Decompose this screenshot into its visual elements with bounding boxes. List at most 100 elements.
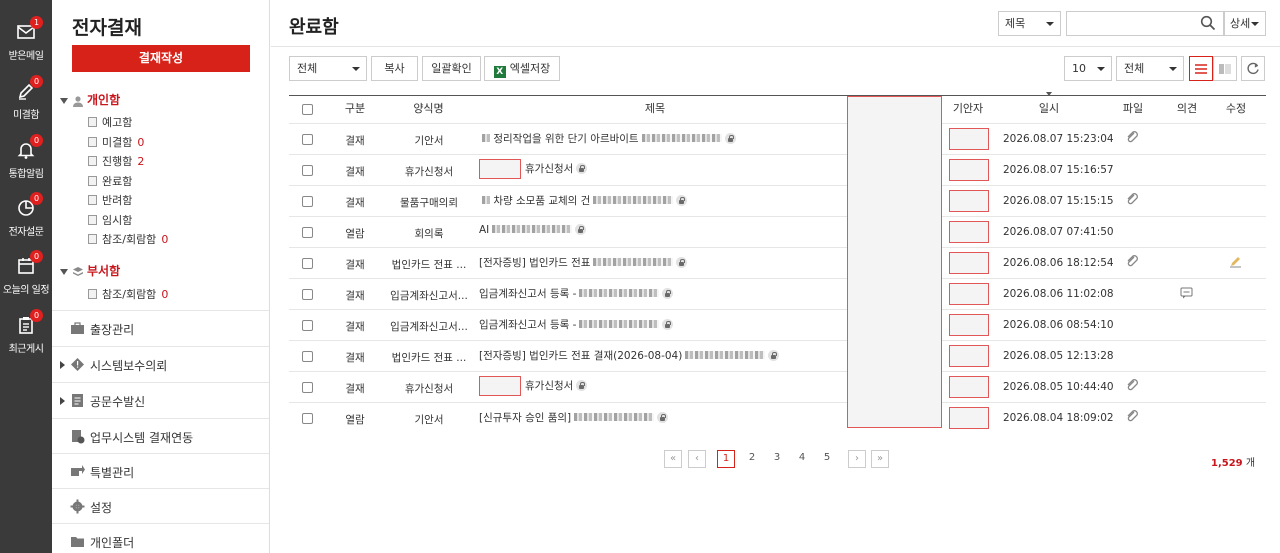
table-row[interactable]: 결재 휴가신청서 휴가신청서 2026.08.07 15:16:57	[289, 154, 1266, 185]
rail-item[interactable]: 0 미결함	[0, 75, 52, 129]
row-title[interactable]: [전자증빙] 법인카드 전표 결재(2026-08-04)	[479, 348, 780, 363]
sidebar-menu-item[interactable]: 시스템보수의뢰	[52, 346, 269, 382]
table-row[interactable]: 열람 기안서 [신규투자 승인 품의] 2026.08.04 18:09:02	[289, 402, 1266, 433]
sidebar-subitem[interactable]: 예고함	[88, 114, 132, 130]
col-form[interactable]: 양식명	[406, 100, 451, 116]
first-page-button[interactable]: «	[664, 450, 682, 468]
col-date[interactable]: 일시	[1038, 100, 1060, 116]
row-title[interactable]: 차량 소모품 교체의 건	[479, 193, 688, 208]
row-form: 기안서	[414, 414, 444, 426]
row-checkbox[interactable]	[302, 196, 313, 207]
row-checkbox[interactable]	[302, 165, 313, 176]
split-view-button[interactable]	[1213, 56, 1237, 81]
page-number-button[interactable]: 3	[768, 450, 786, 468]
search-icon[interactable]	[1200, 15, 1216, 31]
last-page-button[interactable]: »	[871, 450, 889, 468]
page-size-select[interactable]: 10	[1064, 56, 1112, 81]
prev-page-button[interactable]: ‹	[688, 450, 706, 468]
table-row[interactable]: 결재 법인카드 전표 ... [전자증빙] 법인카드 전표 결재(2026-08-0…	[289, 340, 1266, 371]
sidebar-subitem-count: 0	[161, 233, 169, 246]
row-checkbox[interactable]	[302, 289, 313, 300]
sidebar-menu-item[interactable]: 출장관리	[52, 310, 269, 346]
edit-pencil-icon[interactable]	[1229, 254, 1242, 268]
row-title[interactable]: 입금계좌신고서 등록 -	[479, 317, 674, 332]
table-row[interactable]: 결재 휴가신청서 휴가신청서 2026.08.05 10:44:40	[289, 371, 1266, 402]
list-view-button[interactable]	[1189, 56, 1213, 81]
sidebar-menu-item[interactable]: 특별관리	[52, 453, 269, 489]
row-title-text: [전자증빙] 법인카드 전표	[479, 257, 591, 269]
rail-item[interactable]: 0 오늘의 일정	[0, 250, 52, 304]
sidebar-menu-item[interactable]: 설정	[52, 488, 269, 524]
col-title[interactable]: 제목	[643, 100, 667, 116]
paperclip-icon[interactable]	[1125, 254, 1139, 268]
sidebar-subitem[interactable]: 임시함	[88, 212, 132, 228]
page-number-button[interactable]: 4	[793, 450, 811, 468]
row-title[interactable]: 입금계좌신고서 등록 -	[479, 286, 674, 301]
next-page-button[interactable]: ›	[848, 450, 866, 468]
table-row[interactable]: 결재 입금계좌신고서... 입금계좌신고서 등록 - 2026.08.06 08:54…	[289, 309, 1266, 340]
bulk-confirm-button[interactable]: 일괄확인	[422, 56, 481, 81]
row-checkbox[interactable]	[302, 134, 313, 145]
sidebar-subitem[interactable]: 완료함	[88, 173, 132, 189]
row-checkbox[interactable]	[302, 258, 313, 269]
table-row[interactable]: 결재 입금계좌신고서... 입금계좌신고서 등록 - 2026.08.06 11:02…	[289, 278, 1266, 309]
sidebar-menu-item[interactable]: 공문수발신	[52, 382, 269, 418]
sidebar-subitem[interactable]: 진행함 2	[88, 153, 144, 169]
table-row[interactable]: 열람 회의록 AI 2026.08.07 07:41:50	[289, 216, 1266, 247]
row-checkbox[interactable]	[302, 413, 313, 424]
sidebar-menu-item[interactable]: 업무시스템 결재연동	[52, 418, 269, 454]
sidebar-subitem[interactable]: 반려함	[88, 192, 132, 208]
rail-item[interactable]: 0 통합알림	[0, 134, 52, 188]
sidebar-menu-item[interactable]: 개인폴더	[52, 523, 269, 553]
rail-badge: 0	[30, 250, 43, 263]
sidebar-menu-label: 공문수발신	[90, 395, 146, 409]
detail-search-button[interactable]: 상세	[1224, 11, 1266, 36]
comment-icon[interactable]	[1180, 287, 1193, 299]
table-row[interactable]: 결재 기안서 정리작업을 위한 단기 아르바이트 2026.08.07 15:23:…	[289, 123, 1266, 154]
row-checkbox[interactable]	[302, 320, 313, 331]
row-form: 물품구매의뢰	[400, 197, 458, 209]
row-checkbox[interactable]	[302, 227, 313, 238]
table-row[interactable]: 결재 물품구매의뢰 차량 소모품 교체의 건 2026.08.07 15:15:15	[289, 185, 1266, 216]
select-all-checkbox[interactable]	[302, 104, 313, 115]
row-checkbox[interactable]	[302, 351, 313, 362]
row-title[interactable]: AI	[479, 224, 587, 236]
sidebar-subitem[interactable]: 참조/회람함 0	[88, 231, 168, 247]
excel-save-button[interactable]: X 엑셀저장	[484, 56, 560, 81]
rail-badge: 0	[30, 192, 43, 205]
sidebar-subitem[interactable]: 참조/회람함 0	[88, 286, 168, 302]
row-form: 입금계좌신고서...	[390, 290, 468, 302]
col-drafter[interactable]: 기안자	[950, 100, 986, 116]
search-field-select[interactable]: 제목	[998, 11, 1061, 36]
paperclip-icon[interactable]	[1125, 378, 1139, 392]
copy-button[interactable]: 복사	[371, 56, 418, 81]
refresh-button[interactable]	[1241, 56, 1265, 81]
filter-all-select[interactable]: 전체	[289, 56, 367, 81]
write-approval-button[interactable]: 결재작성	[72, 45, 250, 72]
row-type: 결재	[345, 321, 365, 333]
row-checkbox[interactable]	[302, 382, 313, 393]
row-title[interactable]: [신규투자 승인 품의]	[479, 410, 669, 425]
paperclip-icon[interactable]	[1125, 192, 1139, 206]
sidebar-subitem[interactable]: 미결함 0	[88, 134, 144, 150]
rail-item[interactable]: 1 받은메일	[0, 16, 52, 70]
sort-desc-icon[interactable]	[1046, 92, 1052, 96]
row-title[interactable]: 정리작업을 위한 단기 아르바이트	[479, 131, 736, 146]
group-personal[interactable]: 개인함	[60, 91, 120, 107]
table-row[interactable]: 결재 법인카드 전표 ... [전자증빙] 법인카드 전표 2026.08.06 18…	[289, 247, 1266, 278]
page-number-button[interactable]: 2	[743, 450, 761, 468]
row-title[interactable]: 휴가신청서	[479, 376, 588, 396]
page-number-button[interactable]: 5	[818, 450, 836, 468]
view-filter-select[interactable]: 전체	[1116, 56, 1184, 81]
row-title-text: [전자증빙] 법인카드 전표 결재(2026-08-04)	[479, 350, 683, 362]
page-number-button[interactable]: 1	[717, 450, 735, 468]
paperclip-icon[interactable]	[1125, 409, 1139, 423]
row-title[interactable]: 휴가신청서	[479, 159, 588, 179]
paperclip-icon[interactable]	[1125, 130, 1139, 144]
col-opinion: 의견	[1176, 102, 1198, 115]
row-title[interactable]: [전자증빙] 법인카드 전표	[479, 255, 688, 270]
rail-item[interactable]: 0 전자설문	[0, 192, 52, 246]
rail-item[interactable]: 0 최근게시	[0, 309, 52, 363]
group-dept[interactable]: 부서함	[60, 262, 120, 278]
col-type[interactable]: 구분	[343, 100, 367, 116]
